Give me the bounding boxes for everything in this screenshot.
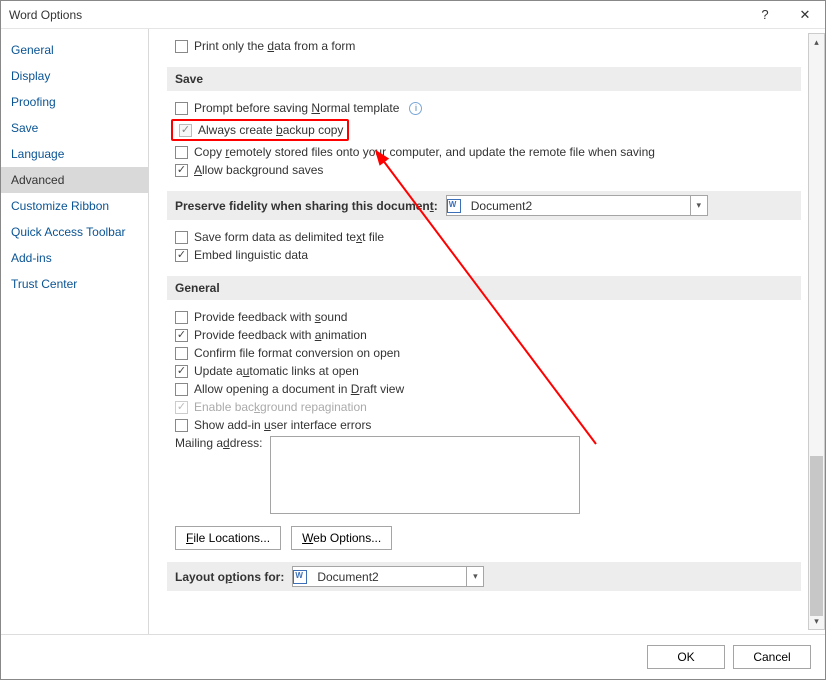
preserve-fidelity-label: Preserve fidelity when sharing this docu… [175, 199, 438, 213]
section-save: Save [167, 67, 801, 91]
preserve-doc-value: Document2 [465, 199, 538, 213]
info-icon[interactable]: i [409, 102, 422, 115]
save-delimited-label: Save form data as delimited text file [194, 230, 384, 244]
scroll-down-button[interactable]: ▾ [809, 613, 824, 629]
web-options-button[interactable]: Web Options... [291, 526, 392, 550]
section-layout-options: Layout options for: Document2 ▾ [167, 562, 801, 591]
layout-options-label: Layout options for: [175, 570, 284, 584]
backup-copy-highlight: Always create backup copy [171, 119, 349, 141]
sidebar-item-proofing[interactable]: Proofing [1, 89, 148, 115]
content-panel: Print only the data from a form Save Pro… [149, 29, 825, 634]
bg-saves-checkbox[interactable] [175, 164, 188, 177]
sidebar-item-addins[interactable]: Add-ins [1, 245, 148, 271]
word-options-dialog: Word Options ? ✕ General Display Proofin… [0, 0, 826, 680]
feedback-anim-label: Provide feedback with animation [194, 328, 367, 342]
addin-errors-label: Show add-in user interface errors [194, 418, 371, 432]
section-general: General [167, 276, 801, 300]
feedback-sound-checkbox[interactable] [175, 311, 188, 324]
word-doc-icon [293, 570, 307, 584]
embed-linguistic-row: Embed linguistic data [167, 246, 801, 264]
draft-view-checkbox[interactable] [175, 383, 188, 396]
close-button[interactable]: ✕ [785, 1, 825, 29]
feedback-anim-row: Provide feedback with animation [167, 326, 801, 344]
sidebar-item-advanced[interactable]: Advanced [1, 167, 148, 193]
dialog-title: Word Options [9, 8, 745, 22]
sidebar-item-trust-center[interactable]: Trust Center [1, 271, 148, 297]
preserve-doc-dropdown[interactable]: Document2 ▾ [446, 195, 708, 216]
copy-remote-row: Copy remotely stored files onto your com… [167, 143, 801, 161]
section-preserve-fidelity: Preserve fidelity when sharing this docu… [167, 191, 801, 220]
embed-linguistic-checkbox[interactable] [175, 249, 188, 262]
copy-remote-checkbox[interactable] [175, 146, 188, 159]
confirm-conv-row: Confirm file format conversion on open [167, 344, 801, 362]
update-links-label: Update automatic links at open [194, 364, 359, 378]
sidebar-item-quick-access-toolbar[interactable]: Quick Access Toolbar [1, 219, 148, 245]
feedback-sound-row: Provide feedback with sound [167, 308, 801, 326]
enable-repag-label: Enable background repagination [194, 400, 367, 414]
feedback-sound-label: Provide feedback with sound [194, 310, 347, 324]
enable-repag-row: Enable background repagination [167, 398, 801, 416]
titlebar: Word Options ? ✕ [1, 1, 825, 29]
backup-copy-label: Always create backup copy [198, 123, 343, 137]
options-scroll-area: Print only the data from a form Save Pro… [161, 29, 807, 634]
update-links-row: Update automatic links at open [167, 362, 801, 380]
chevron-down-icon: ▾ [466, 567, 483, 586]
prompt-normal-checkbox[interactable] [175, 102, 188, 115]
vertical-scrollbar[interactable]: ▴ ▾ [808, 33, 825, 630]
draft-view-label: Allow opening a document in Draft view [194, 382, 404, 396]
sidebar-item-display[interactable]: Display [1, 63, 148, 89]
backup-copy-checkbox[interactable] [179, 124, 192, 137]
print-only-data-label: Print only the data from a form [194, 39, 355, 53]
embed-linguistic-label: Embed linguistic data [194, 248, 308, 262]
mailing-address-row: Mailing address: [167, 434, 801, 516]
scroll-up-button[interactable]: ▴ [809, 34, 824, 50]
save-delimited-checkbox[interactable] [175, 231, 188, 244]
prompt-normal-row: Prompt before saving Normal template i [167, 99, 801, 117]
general-buttons-row: File Locations... Web Options... [167, 516, 801, 550]
mailing-address-label: Mailing address: [175, 436, 262, 450]
scroll-thumb[interactable] [810, 456, 823, 616]
file-locations-button[interactable]: File Locations... [175, 526, 281, 550]
help-button[interactable]: ? [745, 1, 785, 29]
addin-errors-checkbox[interactable] [175, 419, 188, 432]
sidebar-item-general[interactable]: General [1, 37, 148, 63]
print-only-data-row: Print only the data from a form [167, 37, 801, 55]
bg-saves-label: Allow background saves [194, 163, 323, 177]
feedback-anim-checkbox[interactable] [175, 329, 188, 342]
layout-doc-value: Document2 [311, 570, 384, 584]
sidebar-item-save[interactable]: Save [1, 115, 148, 141]
prompt-normal-label: Prompt before saving Normal template [194, 101, 399, 115]
addin-errors-row: Show add-in user interface errors [167, 416, 801, 434]
layout-doc-dropdown[interactable]: Document2 ▾ [292, 566, 484, 587]
category-sidebar: General Display Proofing Save Language A… [1, 29, 149, 634]
chevron-down-icon: ▾ [690, 196, 707, 215]
confirm-conv-label: Confirm file format conversion on open [194, 346, 400, 360]
cancel-button[interactable]: Cancel [733, 645, 811, 669]
ok-button[interactable]: OK [647, 645, 725, 669]
dialog-body: General Display Proofing Save Language A… [1, 29, 825, 634]
draft-view-row: Allow opening a document in Draft view [167, 380, 801, 398]
enable-repag-checkbox [175, 401, 188, 414]
word-doc-icon [447, 199, 461, 213]
bg-saves-row: Allow background saves [167, 161, 801, 179]
sidebar-item-customize-ribbon[interactable]: Customize Ribbon [1, 193, 148, 219]
sidebar-item-language[interactable]: Language [1, 141, 148, 167]
print-only-data-checkbox[interactable] [175, 40, 188, 53]
mailing-address-input[interactable] [270, 436, 580, 514]
backup-copy-row: Always create backup copy [167, 117, 801, 143]
content-fade [149, 622, 807, 634]
update-links-checkbox[interactable] [175, 365, 188, 378]
copy-remote-label: Copy remotely stored files onto your com… [194, 145, 655, 159]
dialog-footer: OK Cancel [1, 634, 825, 679]
save-delimited-row: Save form data as delimited text file [167, 228, 801, 246]
confirm-conv-checkbox[interactable] [175, 347, 188, 360]
